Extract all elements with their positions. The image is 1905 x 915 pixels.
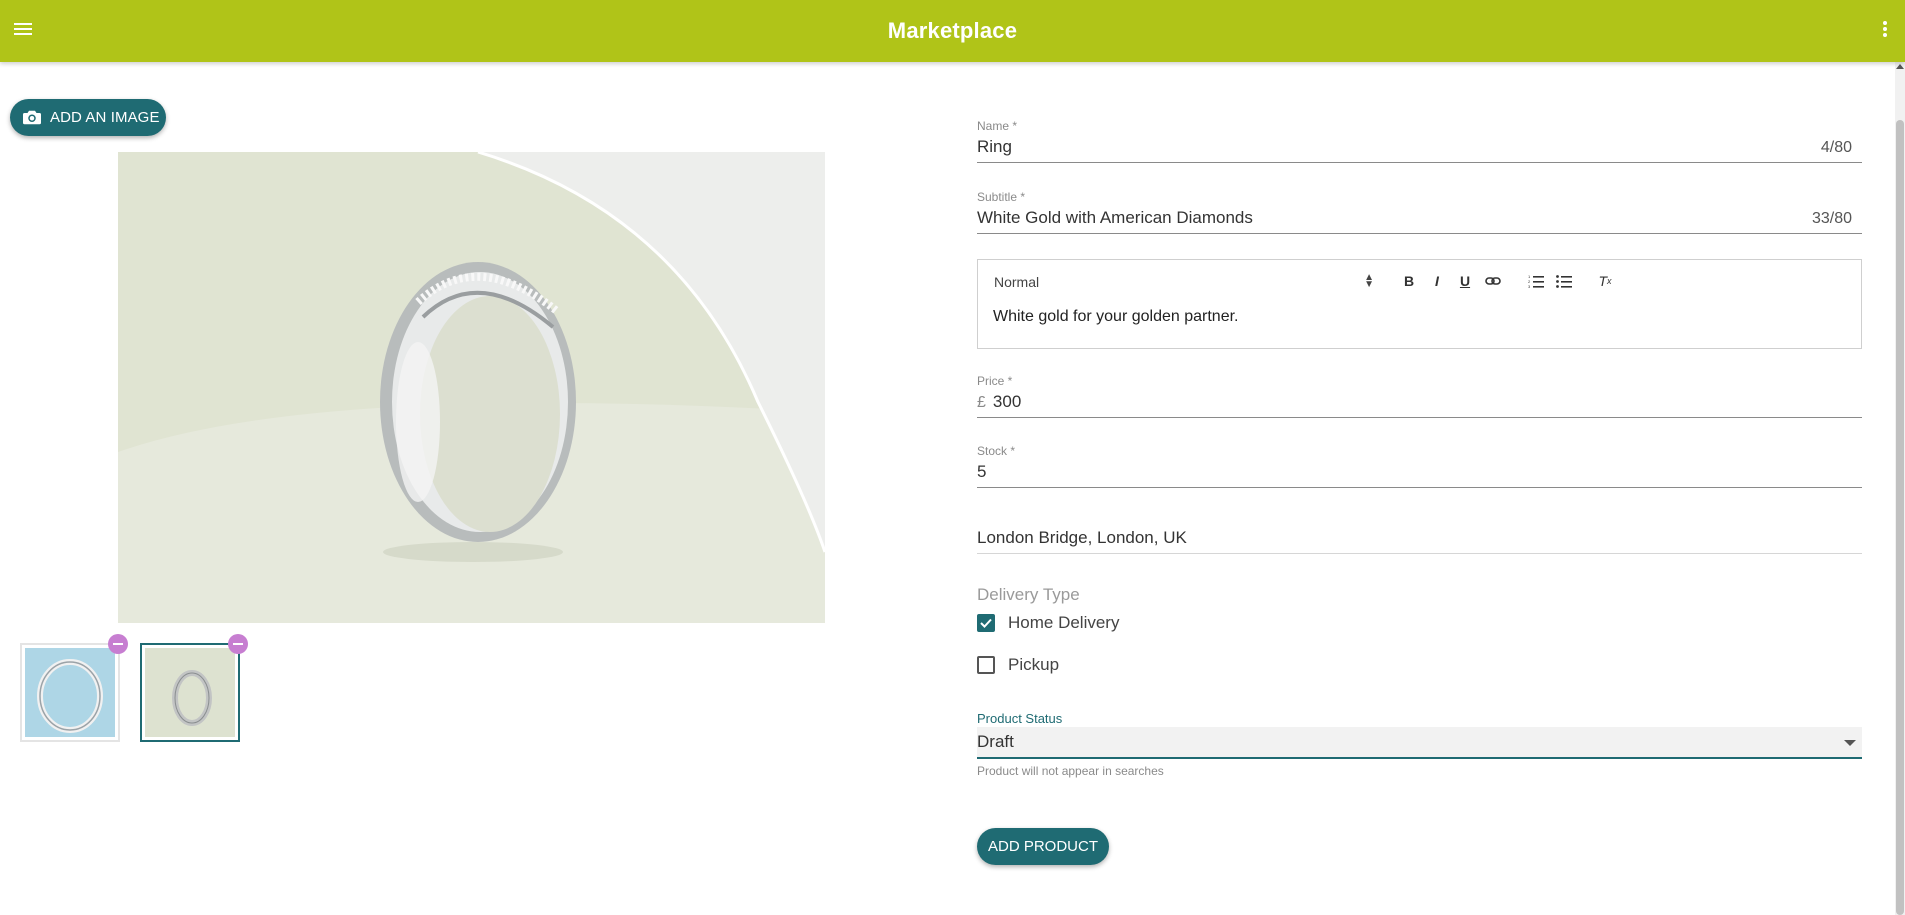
italic-icon[interactable]: I	[1428, 272, 1446, 290]
product-status-select[interactable]: Draft	[977, 727, 1862, 759]
more-vert-icon[interactable]	[1882, 21, 1888, 41]
remove-thumbnail-1-button[interactable]	[108, 634, 128, 654]
app-title: Marketplace	[887, 18, 1018, 43]
price-label: Price *	[977, 374, 1013, 388]
name-input[interactable]: Ring	[977, 137, 1821, 157]
price-field[interactable]: Price * £ 300	[977, 374, 1862, 418]
product-status-help: Product will not appear in searches	[977, 764, 1164, 778]
stock-input[interactable]: 5	[977, 462, 1862, 482]
checkbox-checked-icon	[977, 614, 995, 632]
scroll-up-arrow[interactable]	[1896, 64, 1904, 69]
camera-icon	[23, 110, 41, 125]
stock-label: Stock *	[977, 444, 1016, 458]
pickup-label: Pickup	[1008, 655, 1060, 674]
app-bar: Marketplace	[0, 0, 1905, 62]
format-select-value: Normal	[994, 274, 1040, 290]
format-select-arrows-icon: ▲ ▼	[1364, 272, 1374, 290]
scrollbar-thumb[interactable]	[1896, 120, 1904, 915]
checkbox-empty-icon	[977, 656, 995, 674]
subtitle-input[interactable]: White Gold with American Diamonds	[977, 208, 1812, 228]
home-delivery-label: Home Delivery	[1008, 613, 1120, 632]
location-input[interactable]: London Bridge, London, UK	[977, 521, 1862, 554]
remove-thumbnail-2-button[interactable]	[228, 634, 248, 654]
name-counter: 4/80	[1820, 139, 1852, 156]
delivery-type-title: Delivery Type	[977, 585, 1080, 604]
home-delivery-checkbox[interactable]: Home Delivery	[977, 613, 1119, 633]
ordered-list-icon[interactable]: 123	[1527, 272, 1545, 290]
add-image-label: ADD AN IMAGE	[50, 109, 160, 126]
underline-icon[interactable]: U	[1456, 272, 1474, 290]
stock-field[interactable]: Stock * 5	[977, 444, 1862, 488]
dropdown-caret-icon	[1844, 740, 1856, 746]
bold-icon[interactable]: B	[1400, 272, 1418, 290]
subtitle-field[interactable]: Subtitle * White Gold with American Diam…	[977, 190, 1862, 234]
add-product-button[interactable]: ADD PRODUCT	[977, 828, 1109, 865]
name-field[interactable]: Name * Ring 4/80	[977, 119, 1862, 163]
product-status-value: Draft	[977, 732, 1014, 751]
subtitle-label: Subtitle *	[977, 190, 1026, 204]
format-select[interactable]: Normal ▲ ▼	[994, 272, 1374, 291]
link-icon[interactable]	[1484, 272, 1502, 290]
price-input[interactable]: 300	[993, 392, 1862, 412]
name-label: Name *	[977, 119, 1018, 133]
bullet-list-icon[interactable]	[1555, 272, 1573, 290]
clear-format-icon[interactable]: Tx	[1596, 272, 1614, 290]
editor-content[interactable]: White gold for your golden partner.	[978, 302, 1861, 332]
subtitle-counter: 33/80	[1811, 210, 1852, 227]
editor-toolbar: Normal ▲ ▼ B I U 123 Tx	[978, 260, 1861, 302]
add-image-button[interactable]: ADD AN IMAGE	[10, 99, 166, 136]
description-editor[interactable]: Normal ▲ ▼ B I U 123 Tx White gold for yo…	[977, 259, 1862, 349]
thumbnail-1[interactable]	[20, 643, 120, 742]
main-product-image	[118, 152, 825, 623]
svg-text:3: 3	[1528, 284, 1531, 288]
thumbnail-2[interactable]	[140, 643, 240, 742]
product-status-field[interactable]: Product Status Draft Product will not ap…	[977, 711, 1862, 778]
pickup-checkbox[interactable]: Pickup	[977, 655, 1059, 675]
scrollbar[interactable]	[1895, 62, 1905, 915]
currency-prefix: £	[977, 394, 986, 411]
product-status-label: Product Status	[977, 711, 1063, 726]
